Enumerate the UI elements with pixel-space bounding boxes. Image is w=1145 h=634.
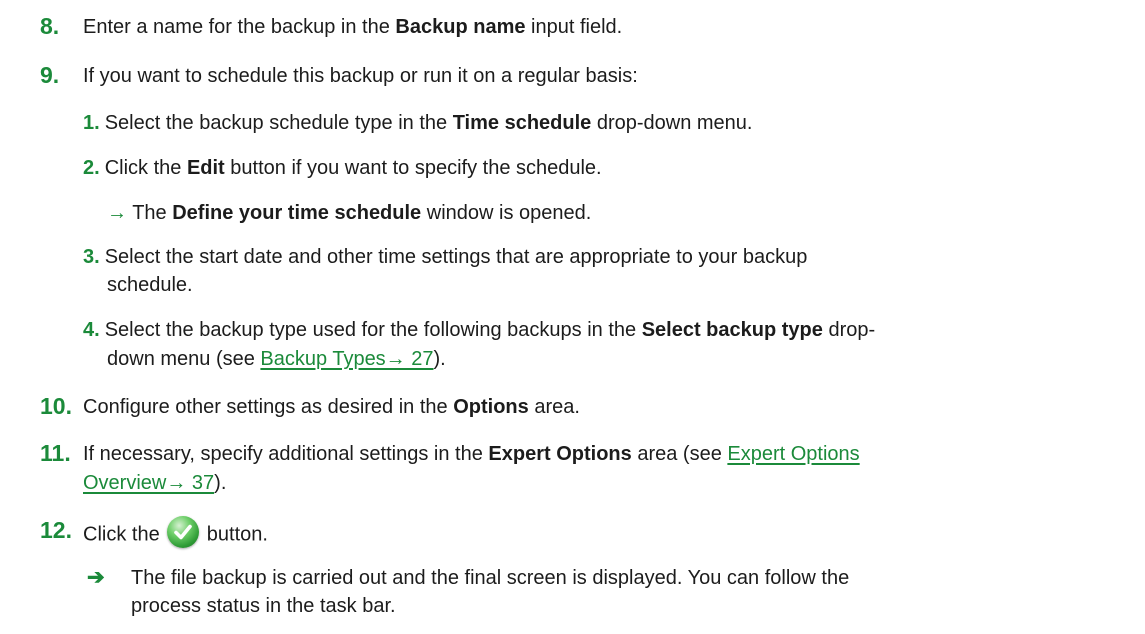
substep-9-4: 4. Select the backup type used for the fo… (83, 319, 876, 341)
step-number-8: 8. (40, 13, 60, 39)
step-8-text: Enter a name for the backup in the Backu… (83, 16, 623, 38)
substep-number: 1. (83, 112, 100, 134)
area-name-expert-options: Expert Options (488, 443, 632, 465)
link-expert-options-overview[interactable]: Overview→ 37 (83, 472, 214, 494)
step-number-10: 10. (40, 393, 72, 419)
step-number-12: 12. (40, 517, 72, 543)
substep-9-3: 3. Select the start date and other time s… (83, 246, 808, 268)
substep-9-2-result: → The Define your time schedule window i… (107, 202, 592, 224)
substep-number: 4. (83, 319, 100, 341)
ok-checkmark-icon (167, 516, 200, 548)
step-12-text: Click the button. (83, 516, 268, 551)
step-9-text: If you want to schedule this backup or r… (83, 65, 638, 87)
menu-name-select-backup-type: Select backup type (641, 319, 823, 341)
menu-name-time-schedule: Time schedule (452, 112, 592, 134)
field-name-backup-name: Backup name (395, 16, 526, 38)
link-expert-options[interactable]: Expert Options (727, 443, 859, 465)
document-page: 8. Enter a name for the backup in the Ba… (0, 0, 1145, 634)
area-name-options: Options (453, 396, 529, 418)
step-10-text: Configure other settings as desired in t… (83, 396, 580, 418)
substep-number: 3. (83, 246, 100, 268)
substep-9-2: 2. Click the Edit button if you want to s… (83, 157, 602, 179)
step-11-text: If necessary, specify additional setting… (83, 443, 860, 465)
result-text: The file backup is carried out and the f… (131, 567, 850, 589)
substep-9-1: 1. Select the backup schedule type in the… (83, 112, 753, 134)
result-text-cont: process status in the task bar. (131, 595, 396, 617)
result-arrow-icon: → (107, 202, 127, 224)
button-name-edit: Edit (186, 157, 225, 179)
link-backup-types[interactable]: Backup Types→ 27 (260, 348, 433, 370)
step-11-cont: Overview→ 37). (83, 472, 227, 494)
substep-9-4-cont: down menu (see Backup Types→ 27). (107, 348, 446, 370)
result-arrow-icon: ➔ (87, 566, 105, 589)
window-name-define-schedule: Define your time schedule (172, 202, 422, 224)
step-number-9: 9. (40, 62, 60, 88)
substep-number: 2. (83, 157, 100, 179)
substep-9-3-cont: schedule. (107, 274, 193, 296)
step-number-11: 11. (40, 440, 71, 466)
